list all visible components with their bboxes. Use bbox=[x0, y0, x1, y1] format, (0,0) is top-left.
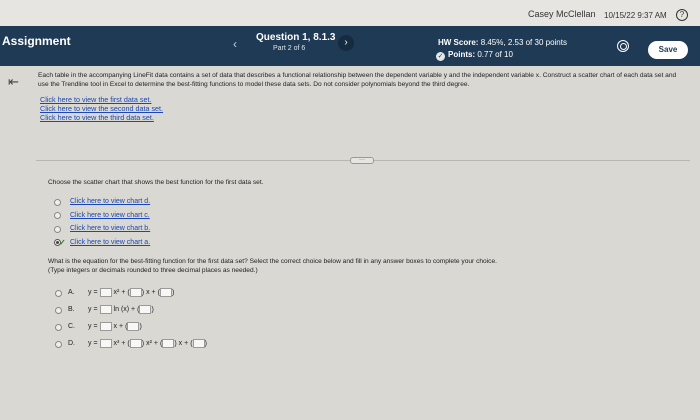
option-d-letter: D. bbox=[68, 340, 75, 347]
option-b-equation: y = ln (x) + () bbox=[88, 305, 154, 314]
option-a-letter: A. bbox=[68, 289, 75, 296]
option-chart-c-link[interactable]: Click here to view chart c. bbox=[70, 212, 150, 219]
expand-handle[interactable]: ··· bbox=[350, 157, 374, 164]
option-a-y: y = bbox=[88, 289, 98, 296]
option-c-equation: y = x + () bbox=[88, 322, 142, 331]
option-d-const-input[interactable]: () bbox=[190, 339, 207, 348]
option-c-const-input[interactable]: () bbox=[125, 322, 142, 331]
radio-chart-b[interactable] bbox=[54, 226, 61, 233]
option-a-coef-x-input[interactable]: () bbox=[127, 288, 144, 297]
option-b-const-input[interactable]: () bbox=[137, 305, 154, 314]
option-d-equation: y = x³ + () x² + () x + () bbox=[88, 339, 207, 348]
data-link-first[interactable]: Click here to view the first data set. bbox=[40, 95, 151, 104]
user-name: Casey McClellan bbox=[528, 9, 596, 19]
question-part: Part 2 of 6 bbox=[273, 45, 306, 52]
help-icon[interactable]: ? bbox=[676, 9, 688, 21]
points-label: Points: bbox=[448, 50, 476, 59]
save-button[interactable]: Save bbox=[648, 41, 688, 59]
hw-score: HW Score: 8.45%, 2.53 of 30 points bbox=[438, 38, 567, 47]
check-icon: ✓ bbox=[436, 52, 445, 61]
question-content: ⇤ Each table in the accompanying LineFit… bbox=[0, 66, 700, 420]
top-bar: Casey McClellan 10/15/22 9:37 AM ? bbox=[0, 0, 700, 26]
option-d-coef-x-input[interactable]: () bbox=[160, 339, 177, 348]
option-a-equation: y = x² + () x + () bbox=[88, 288, 174, 297]
assignment-header: Assignment ‹ Question 1, 8.1.3 Part 2 of… bbox=[0, 26, 700, 66]
radio-option-c[interactable] bbox=[55, 324, 62, 331]
option-chart-a-link[interactable]: Click here to view chart a. bbox=[70, 239, 150, 246]
collapse-arrow-icon[interactable]: ⇤ bbox=[8, 74, 19, 90]
previous-question-button[interactable]: ‹ bbox=[233, 37, 237, 51]
option-d-term-x3: x³ + bbox=[113, 340, 126, 347]
option-b-y: y = bbox=[88, 306, 98, 313]
option-c-letter: C. bbox=[68, 323, 75, 330]
option-c-term-x: x + bbox=[113, 323, 124, 330]
option-b-term-ln: ln (x) + bbox=[113, 306, 136, 313]
next-question-button[interactable]: › bbox=[338, 35, 354, 51]
question2-rounding-note: (Type integers or decimals rounded to th… bbox=[48, 267, 258, 274]
question2-prompt: What is the equation for the best-fittin… bbox=[48, 258, 497, 265]
data-link-second[interactable]: Click here to view the second data set. bbox=[40, 104, 163, 113]
hw-score-value: 8.45%, 2.53 of 30 points bbox=[480, 38, 567, 47]
assignment-label[interactable]: Assignment bbox=[2, 34, 71, 48]
radio-option-b[interactable] bbox=[55, 307, 62, 314]
correct-check-icon: ✓ bbox=[59, 238, 66, 247]
radio-option-a[interactable] bbox=[55, 290, 62, 297]
option-d-y: y = bbox=[88, 340, 98, 347]
option-c-y: y = bbox=[88, 323, 98, 330]
instructions-text: Each table in the accompanying LineFit d… bbox=[38, 72, 677, 88]
option-chart-d-link[interactable]: Click here to view chart d. bbox=[70, 198, 150, 205]
option-d-coef-x3-input[interactable] bbox=[99, 339, 112, 348]
settings-icon[interactable] bbox=[617, 40, 629, 52]
points-value: 0.77 of 10 bbox=[477, 50, 513, 59]
option-a-coef-x2-input[interactable] bbox=[99, 288, 112, 297]
hw-score-label: HW Score: bbox=[438, 38, 479, 47]
option-d-term-x2: x² + bbox=[146, 340, 158, 347]
option-a-term-x2: x² + bbox=[113, 289, 126, 296]
option-d-coef-x2-input[interactable]: () bbox=[127, 339, 144, 348]
option-b-coef-ln-input[interactable] bbox=[99, 305, 112, 314]
radio-chart-d[interactable] bbox=[54, 199, 61, 206]
option-a-const-input[interactable]: () bbox=[158, 288, 174, 297]
option-c-coef-x-input[interactable] bbox=[99, 322, 112, 331]
option-a-term-x: x + bbox=[146, 289, 156, 296]
data-link-third[interactable]: Click here to view the third data set. bbox=[40, 113, 154, 122]
question1-prompt: Choose the scatter chart that shows the … bbox=[48, 179, 264, 186]
question-title: Question 1, 8.1.3 bbox=[256, 32, 336, 43]
option-chart-b-link[interactable]: Click here to view chart b. bbox=[70, 225, 150, 232]
option-b-letter: B. bbox=[68, 306, 75, 313]
option-d-term-x: x + bbox=[178, 340, 189, 347]
points: ✓ Points: 0.77 of 10 bbox=[436, 50, 513, 61]
radio-option-d[interactable] bbox=[55, 341, 62, 348]
date-time: 10/15/22 9:37 AM bbox=[604, 11, 667, 20]
radio-chart-c[interactable] bbox=[54, 212, 61, 219]
